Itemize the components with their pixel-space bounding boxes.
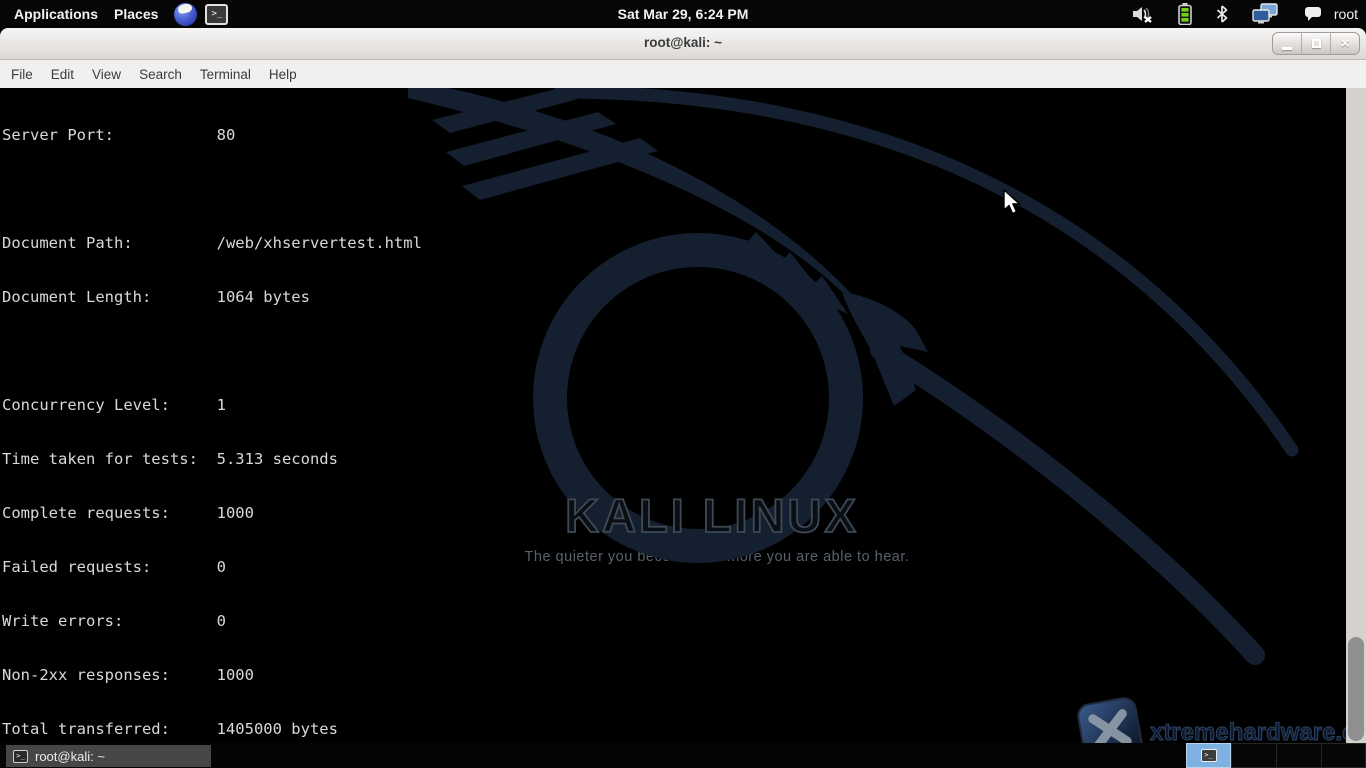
- iceweasel-launcher[interactable]: [174, 3, 197, 26]
- taskbar-window-label: root@kali: ~: [35, 749, 105, 764]
- window-title: root@kali: ~: [0, 35, 1366, 50]
- applications-menu[interactable]: Applications: [6, 6, 106, 22]
- terminal-line: Document Path: /web/xhservertest.html: [2, 234, 674, 252]
- places-menu[interactable]: Places: [106, 6, 166, 22]
- bluetooth-icon[interactable]: [1216, 5, 1228, 23]
- terminal-icon: >_: [13, 750, 28, 763]
- iceweasel-icon: [174, 3, 197, 26]
- close-button[interactable]: ×: [1331, 33, 1359, 54]
- maximize-icon: [1312, 39, 1321, 48]
- workspace-1[interactable]: >_: [1186, 743, 1231, 768]
- system-tray: root: [1132, 0, 1358, 28]
- maximize-button[interactable]: [1302, 33, 1331, 54]
- window-controls: ×: [1272, 32, 1360, 55]
- terminal-output: Server Port: 80 Document Path: /web/xhse…: [2, 90, 674, 768]
- user-menu[interactable]: root: [1334, 6, 1358, 22]
- terminal-launcher[interactable]: >_: [205, 4, 228, 25]
- terminal-icon: >_: [1201, 749, 1217, 762]
- terminal-line: Server Port: 80: [2, 126, 674, 144]
- minimize-button[interactable]: [1273, 33, 1302, 54]
- terminal-line: [2, 342, 674, 360]
- bottom-taskbar: >_ root@kali: ~ >_: [0, 743, 1366, 768]
- minimize-icon: [1282, 47, 1292, 50]
- terminal-line: Concurrency Level: 1: [2, 396, 674, 414]
- workspace-switcher: >_: [1186, 743, 1366, 768]
- terminal-line: Write errors: 0: [2, 612, 674, 630]
- terminal-line: [2, 180, 674, 198]
- terminal-line: Total transferred: 1405000 bytes: [2, 720, 674, 738]
- menu-view[interactable]: View: [83, 62, 130, 87]
- terminal-line: Non-2xx responses: 1000: [2, 666, 674, 684]
- network-icon[interactable]: [1252, 3, 1280, 25]
- clock[interactable]: Sat Mar 29, 6:24 PM: [618, 6, 749, 22]
- menu-terminal[interactable]: Terminal: [191, 62, 260, 87]
- mouse-cursor-icon: [1003, 189, 1025, 217]
- workspace-3[interactable]: [1276, 743, 1321, 768]
- top-panel: Applications Places >_ Sat Mar 29, 6:24 …: [0, 0, 1366, 28]
- volume-muted-icon[interactable]: [1132, 5, 1154, 23]
- menu-edit[interactable]: Edit: [42, 62, 83, 87]
- terminal-line: Time taken for tests: 5.313 seconds: [2, 450, 674, 468]
- workspace-4[interactable]: [1321, 743, 1366, 768]
- terminal-icon: >_: [205, 4, 228, 25]
- scrollbar-track[interactable]: [1346, 88, 1366, 743]
- taskbar-window-button[interactable]: >_ root@kali: ~: [6, 745, 211, 767]
- window-titlebar[interactable]: root@kali: ~ ×: [0, 28, 1366, 60]
- terminal-line: Failed requests: 0: [2, 558, 674, 576]
- chat-icon[interactable]: [1304, 6, 1322, 22]
- battery-icon[interactable]: [1178, 3, 1192, 25]
- menu-file[interactable]: File: [2, 62, 42, 87]
- desktop: KALI LINUX The quieter you become, the m…: [0, 0, 1366, 768]
- close-icon: ×: [1341, 36, 1350, 51]
- terminal-menubar: File Edit View Search Terminal Help: [0, 60, 1366, 88]
- panel-left: Applications Places >_: [0, 3, 228, 26]
- menu-help[interactable]: Help: [260, 62, 306, 87]
- terminal-body[interactable]: Server Port: 80 Document Path: /web/xhse…: [0, 88, 1366, 743]
- terminal-line: Complete requests: 1000: [2, 504, 674, 522]
- terminal-line: Document Length: 1064 bytes: [2, 288, 674, 306]
- scrollbar-thumb[interactable]: [1348, 637, 1364, 741]
- workspace-2[interactable]: [1231, 743, 1276, 768]
- menu-search[interactable]: Search: [130, 62, 191, 87]
